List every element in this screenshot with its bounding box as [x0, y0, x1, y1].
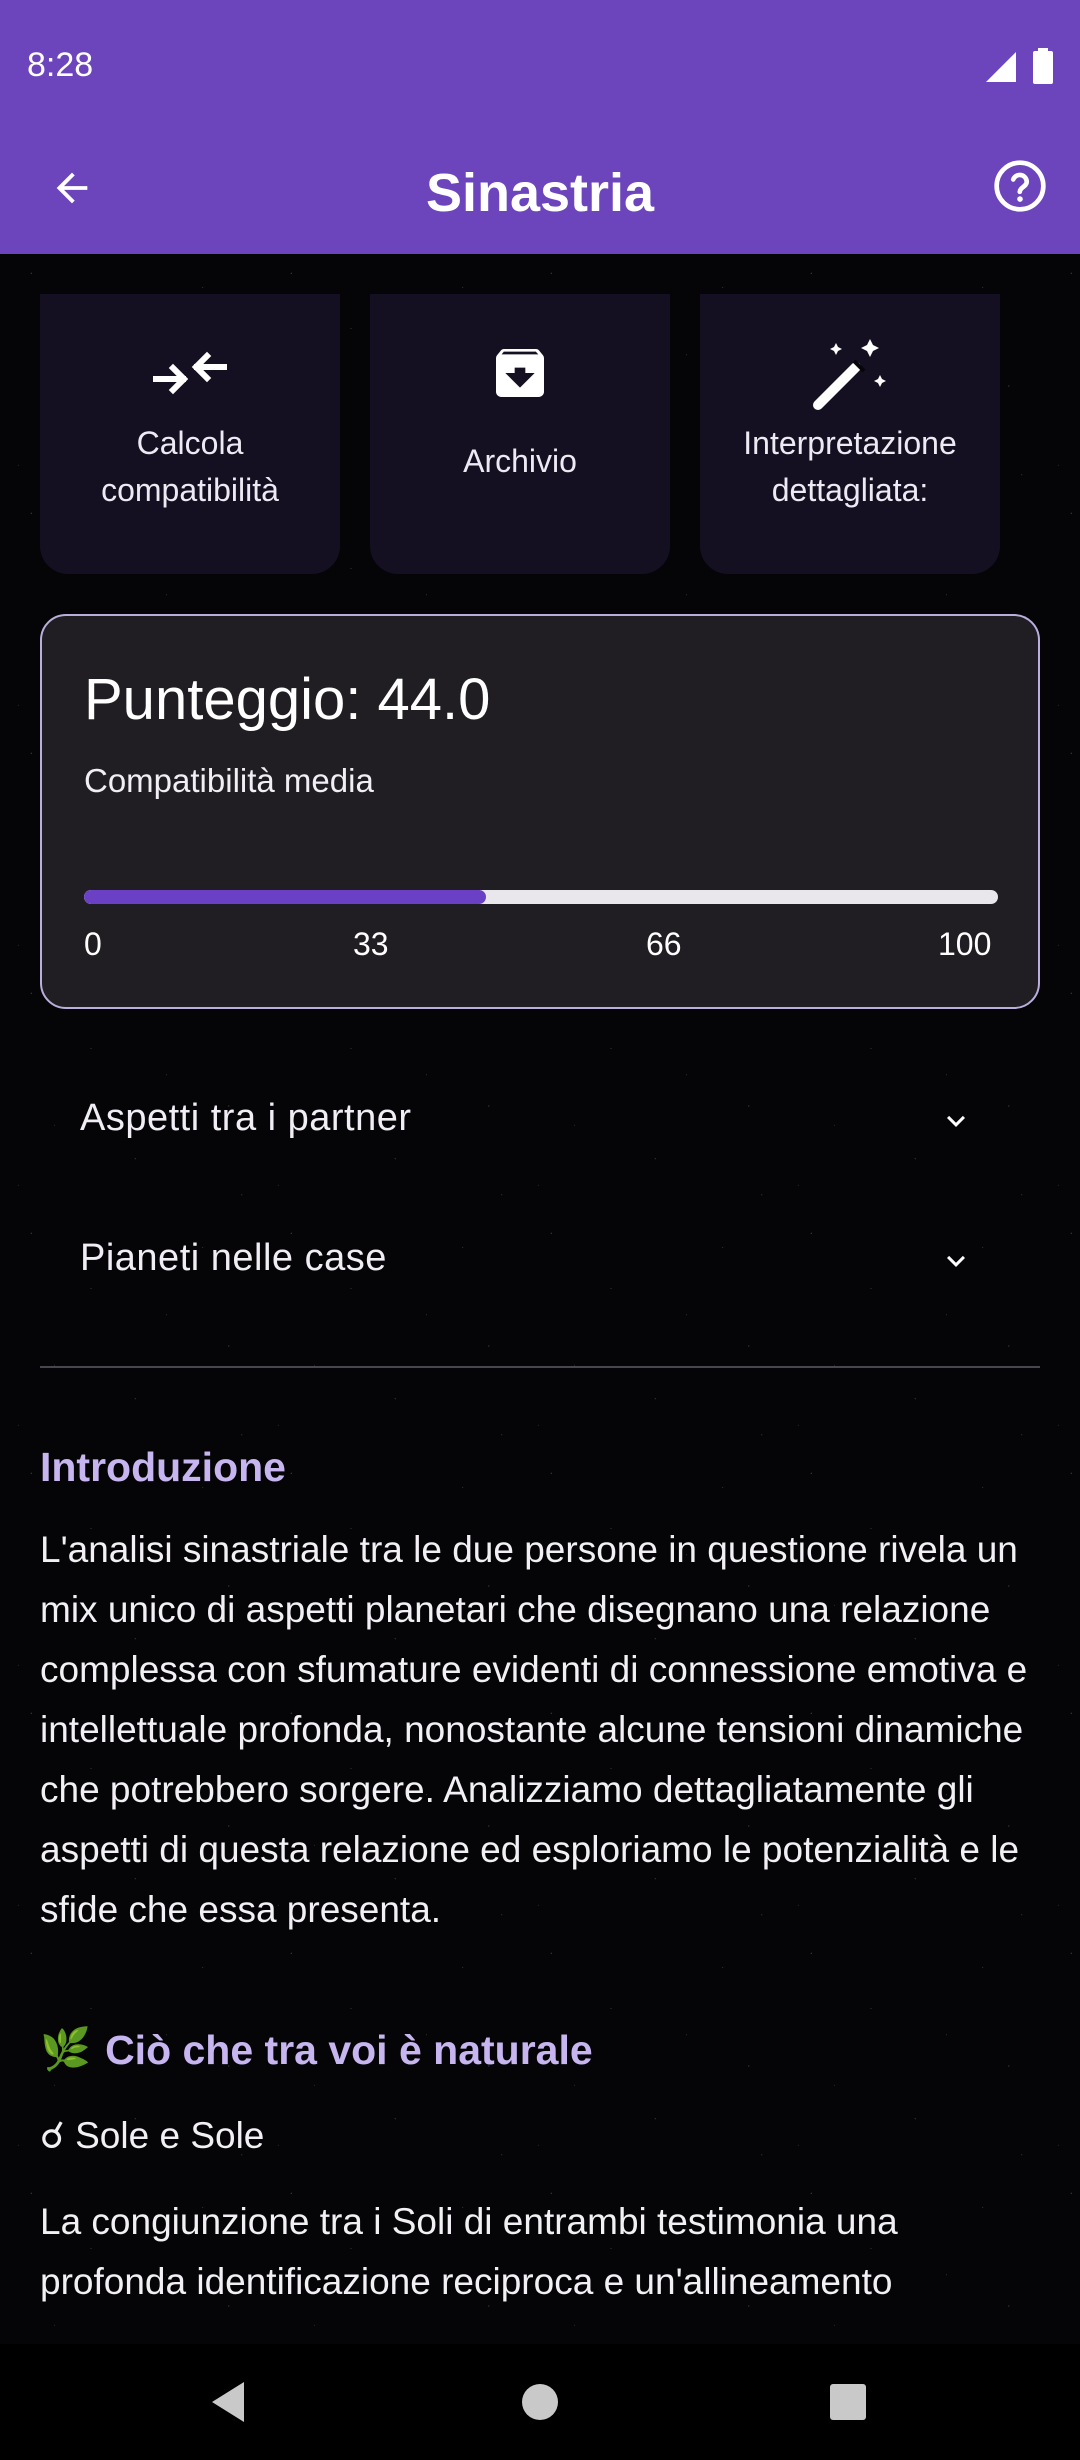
score-subtitle: Compatibilità media: [84, 762, 374, 799]
aspect-title: ☌ Sole e Sole: [40, 2115, 265, 2156]
herb-icon: 🌿: [40, 2026, 92, 2072]
natural-heading-text: Ciò che tra voi è naturale: [105, 2026, 593, 2073]
compare-arrows-icon: [153, 338, 227, 408]
nav-back-button[interactable]: [192, 2366, 264, 2438]
status-time: 8:28: [27, 46, 94, 84]
intro-heading: Introduzione: [40, 1444, 286, 1490]
magic-wand-icon: [812, 338, 888, 410]
nav-home-button[interactable]: [504, 2366, 576, 2438]
nav-back-icon: [212, 2382, 244, 2422]
status-icons: [984, 48, 1054, 84]
expander-label: Aspetti tra i partner: [80, 1097, 412, 1139]
action-label: Archivio: [463, 443, 577, 479]
score-progress-fill: [84, 890, 487, 904]
signal-icon: [986, 52, 1016, 82]
score-tick: 66: [646, 926, 682, 962]
score-card: Punteggio: 44.0 Compatibilità media 0 33…: [40, 614, 1040, 1009]
archive-icon: [488, 338, 552, 408]
natural-heading: 🌿 Ciò che tra voi è naturale: [40, 2026, 593, 2074]
intro-paragraph: L'analisi sinastriale tra le due persone…: [40, 1529, 1028, 1930]
action-label: Interpretazione dettagliata:: [743, 425, 957, 508]
expander-planets-in-houses[interactable]: Pianeti nelle case: [40, 1199, 1040, 1319]
chevron-down-icon: [947, 1115, 965, 1127]
score-tick: 0: [84, 926, 102, 962]
score-title: Punteggio: 44.0: [84, 667, 491, 732]
chevron-down-icon: [947, 1255, 965, 1267]
detailed-interpretation-button[interactable]: Interpretazione dettagliata:: [700, 294, 1000, 574]
help-button[interactable]: [988, 154, 1052, 218]
app-bar: Sinastria: [0, 134, 1080, 254]
score-tick: 100: [938, 926, 992, 962]
score-tick: 33: [353, 926, 389, 962]
nav-home-icon: [522, 2384, 558, 2420]
aspect-paragraph: La congiunzione tra i Soli di entrambi t…: [40, 2201, 898, 2302]
nav-recents-button[interactable]: [812, 2366, 884, 2438]
calculate-compatibility-button[interactable]: Calcola compatibilità: [40, 294, 340, 574]
status-bar: 8:28: [0, 0, 1080, 134]
divider: [40, 1366, 1040, 1368]
expander-partner-aspects[interactable]: Aspetti tra i partner: [40, 1059, 1040, 1179]
archive-button[interactable]: Archivio: [370, 294, 670, 574]
battery-icon: [1033, 48, 1053, 84]
nav-recents-icon: [830, 2384, 866, 2420]
action-label: Calcola compatibilità: [101, 425, 279, 508]
action-cards: Calcola compatibilità Archivio Interpret…: [40, 294, 1040, 574]
page-title: Sinastria: [425, 163, 655, 223]
system-nav-bar: [0, 2344, 1080, 2460]
help-icon: [994, 160, 1046, 212]
expander-label: Pianeti nelle case: [80, 1237, 387, 1279]
score-progress-bar: [84, 890, 998, 904]
